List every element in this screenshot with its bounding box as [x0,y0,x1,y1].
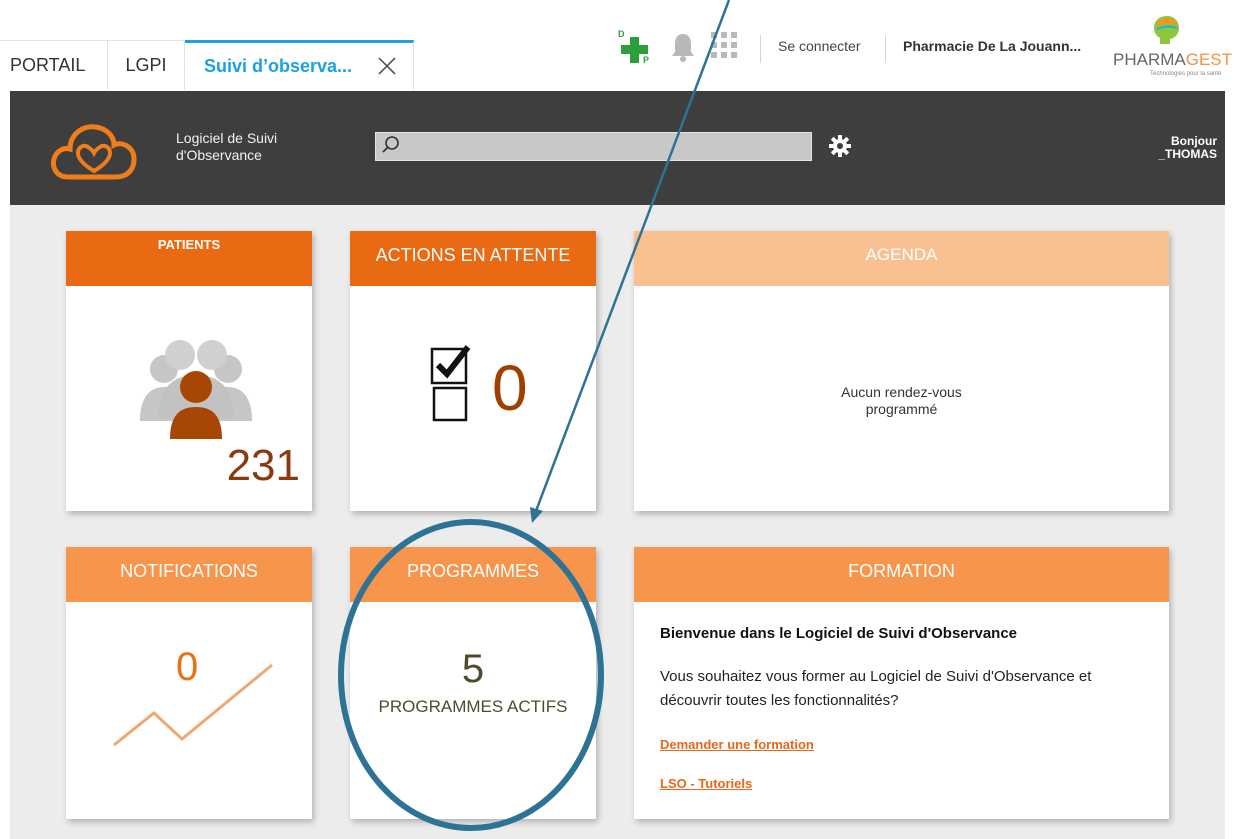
notifications-title: NOTIFICATIONS [120,561,258,581]
programmes-title: PROGRAMMES [406,561,539,581]
programmes-count: 5 [461,647,485,691]
formation-title: FORMATION [848,561,955,581]
notifications-card[interactable]: NOTIFICATIONS 0 [66,547,312,819]
search-input[interactable] [375,132,812,161]
card-header: ACTIONS EN ATTENTE [350,231,596,286]
patients-title: PATIENTS [157,237,221,252]
tab-suivi-label: Suivi d’observa... [204,56,353,76]
checked-box-icon [430,345,471,385]
connect-link[interactable]: Se connecter [778,38,861,54]
tutorials-link[interactable]: LSO - Tutoriels [660,776,752,791]
pharmacy-cross-icon[interactable]: D P [617,28,651,64]
apps-grid-icon[interactable] [710,31,738,59]
unchecked-box-icon [432,386,468,422]
svg-text:D: D [618,29,625,39]
logo-main: PHARMA [1113,50,1186,69]
close-icon[interactable] [375,54,399,78]
actions-count: 0 [492,352,528,424]
agenda-message-line2: programmé [865,401,938,417]
notifications-count: 0 [176,645,199,689]
app-title: Logiciel de Suivi d'Observance [176,130,306,164]
cloud-heart-logo-icon[interactable] [50,119,140,183]
user-name: _THOMAS [1158,147,1217,161]
pharmacy-name[interactable]: Pharmacie De La Jouann... [903,38,1081,54]
top-tab-bar: PORTAIL LGPI Suivi d’observa... D P Se c… [0,0,1237,90]
tab-portail[interactable]: PORTAIL [0,40,108,90]
card-header: PROGRAMMES [350,547,596,602]
programmes-label: PROGRAMMES ACTIFS [378,697,568,716]
user-greeting[interactable]: Bonjour _THOMAS [1158,135,1217,161]
pharmagest-logo: PHARMAGEST [1113,50,1232,70]
card-header: AGENDA [634,231,1169,286]
formation-card: FORMATION Bienvenue dans le Logiciel de … [634,547,1169,819]
patients-group-icon [140,340,252,439]
pharmagest-logo-icon [1154,16,1179,44]
bell-icon[interactable] [670,32,696,62]
separator [885,35,886,63]
programmes-card[interactable]: PROGRAMMES 5 PROGRAMMES ACTIFS [350,547,596,819]
formation-text: Vous souhaitez vous former au Logiciel d… [660,668,1092,709]
tab-suivi-observance[interactable]: Suivi d’observa... [185,40,414,90]
separator [760,35,761,63]
patients-count: 231 [226,441,300,490]
app-title-line1: Logiciel de Suivi [176,130,278,146]
patients-card[interactable]: PATIENTS 231 [66,231,312,511]
app-window: PORTAIL LGPI Suivi d’observa... D P Se c… [0,0,1237,839]
card-header: PATIENTS [66,231,312,286]
agenda-message-line1: Aucun rendez-vous [841,384,962,400]
app-title-line2: d'Observance [176,147,262,163]
svg-text:P: P [643,55,649,64]
agenda-card[interactable]: AGENDA Aucun rendez-vous programmé [634,231,1169,511]
gear-icon[interactable] [828,134,852,158]
actions-title: ACTIONS EN ATTENTE [375,245,571,265]
actions-card[interactable]: ACTIONS EN ATTENTE 0 [350,231,596,511]
card-header: FORMATION [634,547,1169,602]
agenda-message: Aucun rendez-vous programmé [634,384,1169,418]
tab-lgpi[interactable]: LGPI [108,40,185,90]
logo-subtitle: Technologies pour la santé [1150,71,1222,77]
agenda-title: AGENDA [865,245,938,264]
formation-heading: Bienvenue dans le Logiciel de Suivi d'Ob… [660,625,1018,642]
logo-accent: GEST [1185,50,1233,69]
card-header: NOTIFICATIONS [66,547,312,602]
search-icon [382,136,399,153]
request-training-link[interactable]: Demander une formation [660,737,814,752]
